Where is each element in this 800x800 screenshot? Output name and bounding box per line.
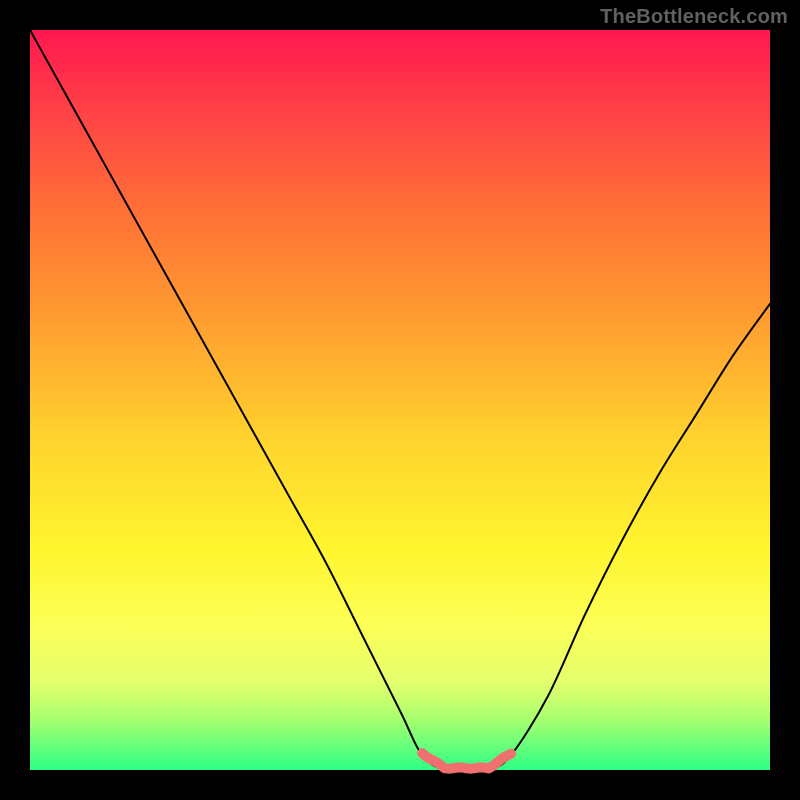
watermark-text: TheBottleneck.com bbox=[600, 6, 788, 29]
bottleneck-curve bbox=[30, 30, 770, 771]
optimal-range-highlight bbox=[422, 753, 511, 768]
chart-area bbox=[30, 30, 770, 770]
chart-svg bbox=[30, 30, 770, 770]
